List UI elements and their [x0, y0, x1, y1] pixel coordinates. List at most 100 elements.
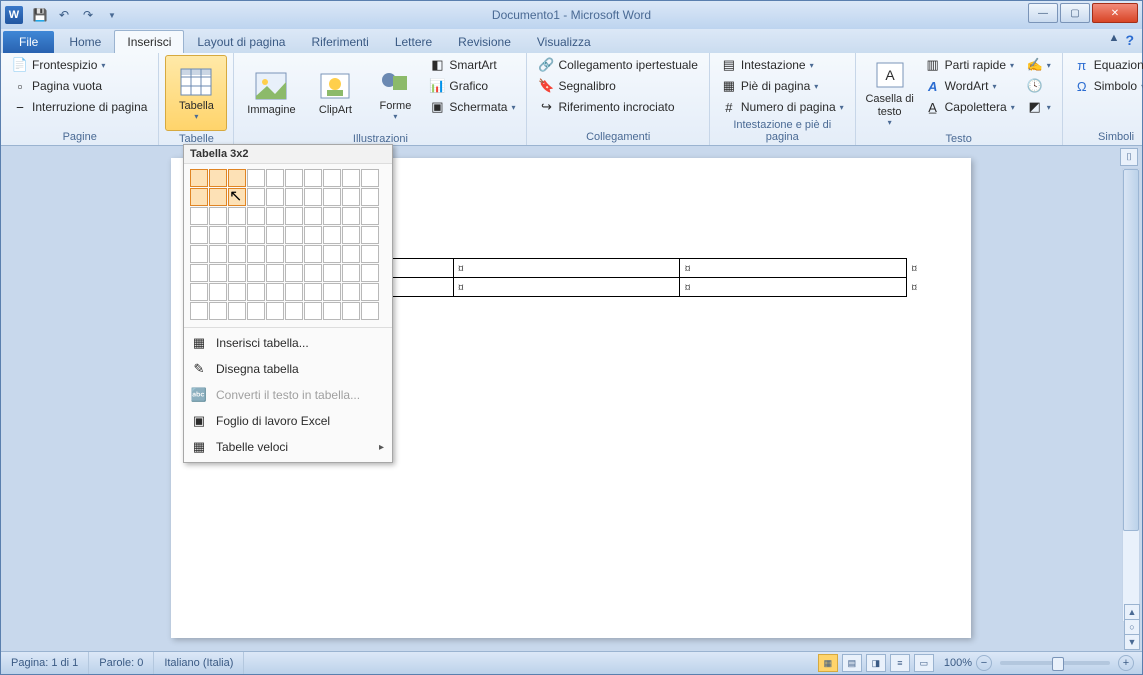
grid-cell[interactable] — [247, 207, 265, 225]
table-cell[interactable]: ¤ — [453, 259, 680, 278]
grid-cell[interactable] — [247, 188, 265, 206]
grid-cell[interactable] — [361, 245, 379, 263]
grid-cell[interactable] — [209, 264, 227, 282]
help-icon[interactable]: ? — [1125, 32, 1134, 48]
grid-cell[interactable] — [285, 264, 303, 282]
tab-revisione[interactable]: Revisione — [445, 30, 524, 53]
redo-button[interactable]: ↷ — [77, 4, 99, 26]
datetime-button[interactable]: 🕓 — [1022, 76, 1056, 96]
grid-cell[interactable] — [190, 302, 208, 320]
object-button[interactable]: ◩▾ — [1022, 97, 1056, 117]
grid-cell[interactable] — [285, 169, 303, 187]
menu-item[interactable]: ▣Foglio di lavoro Excel — [184, 408, 392, 434]
table-cell[interactable]: ¤ — [453, 278, 680, 297]
grid-cell[interactable] — [342, 283, 360, 301]
grid-cell[interactable] — [342, 207, 360, 225]
status-words[interactable]: Parole: 0 — [89, 652, 154, 674]
view-outline[interactable]: ≡ — [890, 654, 910, 672]
wordart-button[interactable]: AWordArt▾ — [920, 76, 1020, 96]
save-button[interactable]: 💾 — [29, 4, 51, 26]
grid-cell[interactable] — [228, 264, 246, 282]
grid-cell[interactable] — [190, 169, 208, 187]
grid-cell[interactable] — [323, 188, 341, 206]
undo-button[interactable]: ↶ — [53, 4, 75, 26]
bookmark-button[interactable]: 🔖Segnalibro — [533, 76, 702, 96]
grid-cell[interactable] — [209, 283, 227, 301]
grid-cell[interactable] — [209, 226, 227, 244]
grid-cell[interactable] — [361, 264, 379, 282]
grid-cell[interactable] — [323, 245, 341, 263]
grid-cell[interactable] — [361, 188, 379, 206]
grid-cell[interactable] — [228, 169, 246, 187]
grid-cell[interactable] — [247, 169, 265, 187]
status-language[interactable]: Italiano (Italia) — [154, 652, 244, 674]
grid-cell[interactable] — [342, 245, 360, 263]
grid-cell[interactable] — [361, 226, 379, 244]
grid-cell[interactable] — [190, 264, 208, 282]
dropcap-button[interactable]: A̲Capolettera▾ — [920, 97, 1020, 117]
grid-cell[interactable] — [342, 188, 360, 206]
grid-cell[interactable] — [228, 207, 246, 225]
grid-cell[interactable] — [304, 226, 322, 244]
grid-cell[interactable] — [266, 226, 284, 244]
tab-home[interactable]: Home — [56, 30, 114, 53]
grid-cell[interactable] — [342, 226, 360, 244]
grid-cell[interactable] — [323, 207, 341, 225]
grid-cell[interactable] — [361, 169, 379, 187]
zoom-slider[interactable] — [1000, 661, 1110, 665]
grid-cell[interactable] — [304, 207, 322, 225]
grid-cell[interactable] — [247, 302, 265, 320]
grid-cell[interactable] — [304, 245, 322, 263]
header-button[interactable]: ▤Intestazione▾ — [716, 55, 849, 75]
zoom-in-button[interactable]: + — [1118, 655, 1134, 671]
grid-cell[interactable] — [266, 302, 284, 320]
vertical-scrollbar[interactable] — [1122, 168, 1140, 622]
tab-inserisci[interactable]: Inserisci — [114, 30, 184, 53]
table-size-grid[interactable] — [184, 164, 392, 327]
grid-cell[interactable] — [304, 188, 322, 206]
grid-cell[interactable] — [209, 207, 227, 225]
symbol-button[interactable]: ΩSimbolo▾ — [1069, 76, 1143, 96]
grid-cell[interactable] — [304, 283, 322, 301]
grid-cell[interactable] — [323, 264, 341, 282]
grid-cell[interactable] — [209, 169, 227, 187]
grid-cell[interactable] — [190, 226, 208, 244]
grid-cell[interactable] — [190, 188, 208, 206]
grid-cell[interactable] — [285, 226, 303, 244]
grid-cell[interactable] — [266, 264, 284, 282]
signature-button[interactable]: ✍▾ — [1022, 55, 1056, 75]
hyperlink-button[interactable]: 🔗Collegamento ipertestuale — [533, 55, 702, 75]
smartart-button[interactable]: ◧SmartArt — [424, 55, 520, 75]
view-print-layout[interactable]: ▦ — [818, 654, 838, 672]
tab-visualizza[interactable]: Visualizza — [524, 30, 604, 53]
minimize-button[interactable]: — — [1028, 3, 1058, 23]
grid-cell[interactable] — [342, 302, 360, 320]
forme-button[interactable]: Forme▾ — [368, 55, 422, 131]
grid-cell[interactable] — [323, 283, 341, 301]
grid-cell[interactable] — [190, 245, 208, 263]
grid-cell[interactable] — [342, 264, 360, 282]
grid-cell[interactable] — [285, 207, 303, 225]
table-cell[interactable]: ¤ — [680, 259, 907, 278]
menu-item[interactable]: ✎Disegna tabella — [184, 356, 392, 382]
grid-cell[interactable] — [247, 226, 265, 244]
clipart-button[interactable]: ClipArt — [304, 55, 366, 131]
prev-page-button[interactable]: ▲ — [1124, 604, 1140, 620]
tab-lettere[interactable]: Lettere — [382, 30, 445, 53]
next-page-button[interactable]: ▼ — [1124, 634, 1140, 650]
close-button[interactable]: ✕ — [1092, 3, 1138, 23]
grid-cell[interactable] — [266, 207, 284, 225]
grid-cell[interactable] — [228, 188, 246, 206]
tabella-button[interactable]: Tabella ▾ — [165, 55, 227, 131]
grid-cell[interactable] — [247, 264, 265, 282]
grid-cell[interactable] — [190, 207, 208, 225]
grid-cell[interactable] — [304, 169, 322, 187]
grid-cell[interactable] — [361, 207, 379, 225]
grid-cell[interactable] — [285, 245, 303, 263]
grid-cell[interactable] — [323, 169, 341, 187]
grid-cell[interactable] — [361, 302, 379, 320]
ribbon-minimize-icon[interactable]: ▲ — [1109, 32, 1120, 48]
tab-riferimenti[interactable]: Riferimenti — [298, 30, 381, 53]
file-tab[interactable]: File — [3, 31, 54, 53]
grid-cell[interactable] — [304, 264, 322, 282]
